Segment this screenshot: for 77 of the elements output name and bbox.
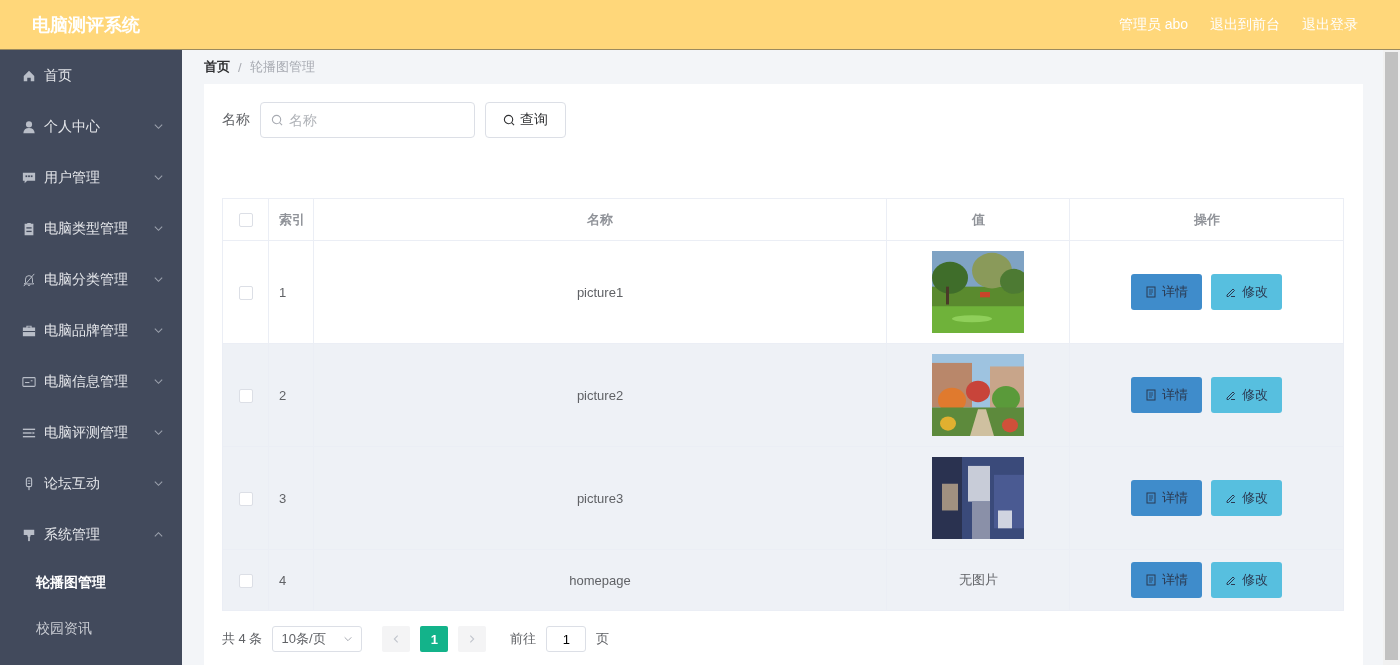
- person-icon: [22, 119, 36, 134]
- chevron-down-icon: [153, 121, 164, 132]
- checkbox[interactable]: [238, 573, 253, 588]
- table-cell: picture1: [313, 240, 887, 344]
- search-button[interactable]: 查询: [485, 102, 566, 138]
- table-cell: homepage: [313, 549, 887, 611]
- edit-button[interactable]: 修改: [1211, 274, 1282, 310]
- column-header: 索引: [268, 198, 314, 241]
- pencil-icon: [1225, 574, 1237, 586]
- submenu-item[interactable]: 校园资讯: [0, 606, 182, 652]
- edit-button[interactable]: 修改: [1211, 377, 1282, 413]
- chevron-down-icon: [153, 376, 164, 387]
- document-icon: [1145, 574, 1157, 586]
- page-unit: 页: [596, 630, 610, 648]
- menu-item[interactable]: 个人中心: [0, 101, 182, 152]
- page-size-select[interactable]: 10条/页: [272, 626, 363, 652]
- chevron-down-icon: [153, 223, 164, 234]
- menu-item[interactable]: 论坛互动: [0, 458, 182, 509]
- edit-button[interactable]: 修改: [1211, 562, 1282, 598]
- table-cell: 2: [268, 343, 314, 447]
- search-field[interactable]: 名称: [260, 102, 475, 138]
- edit-button[interactable]: 修改: [1211, 480, 1282, 516]
- brush-icon: [22, 527, 36, 542]
- chevron-down-icon: [153, 427, 164, 438]
- scrollbar[interactable]: [1383, 50, 1400, 665]
- menu-item[interactable]: 用户管理: [0, 152, 182, 203]
- checkbox[interactable]: [238, 285, 253, 300]
- chevron-down-icon: [153, 478, 164, 489]
- document-icon: [1145, 492, 1157, 504]
- column-header: 值: [886, 198, 1070, 241]
- submenu-item[interactable]: 轮播图管理: [0, 560, 182, 606]
- menu-item[interactable]: 电脑信息管理: [0, 356, 182, 407]
- home-icon: [22, 68, 36, 83]
- document-icon: [1145, 389, 1157, 401]
- chevron-down-icon: [153, 172, 164, 183]
- table-cell: picture2: [313, 343, 887, 447]
- search-label: 名称: [222, 111, 250, 129]
- page-input[interactable]: 1: [546, 626, 587, 652]
- chevron-down-icon: [343, 634, 354, 644]
- total-count: 共 4 条: [222, 630, 263, 648]
- menu-item[interactable]: 电脑品牌管理: [0, 305, 182, 356]
- document-icon: [1145, 286, 1157, 298]
- menu-item[interactable]: 电脑分类管理: [0, 254, 182, 305]
- breadcrumb-item: 轮播图管理: [249, 58, 315, 76]
- checkbox[interactable]: [238, 213, 253, 228]
- pencil-icon: [1225, 389, 1237, 401]
- chevron-down-icon: [153, 325, 164, 336]
- column-header: 名称: [313, 198, 887, 241]
- menu-item[interactable]: 电脑评测管理: [0, 407, 182, 458]
- table-cell: 1: [268, 240, 314, 344]
- goto-label: 前往: [510, 630, 537, 648]
- prev-page-button[interactable]: [382, 626, 411, 652]
- id-card-icon: [22, 374, 36, 389]
- briefcase-icon: [22, 323, 36, 338]
- pencil-icon: [1225, 492, 1237, 504]
- menu-item[interactable]: 首页: [0, 50, 182, 101]
- bell-off-icon: [22, 272, 36, 287]
- chat-icon: [22, 170, 36, 185]
- search-icon: [503, 114, 515, 126]
- table-cell: picture3: [313, 446, 887, 550]
- app-title: 电脑测评系统: [32, 13, 140, 37]
- chevron-down-icon: [153, 274, 164, 285]
- breadcrumb-item[interactable]: 首页: [204, 58, 230, 76]
- checkbox[interactable]: [238, 491, 253, 506]
- table-cell: 4: [268, 549, 314, 611]
- menu-item[interactable]: 系统管理: [0, 509, 182, 560]
- search-icon: [271, 114, 283, 126]
- breadcrumb-separator: /: [238, 59, 242, 75]
- table-cell: 无图片: [886, 549, 1070, 611]
- menu-item[interactable]: 电脑类型管理: [0, 203, 182, 254]
- table-cell: 3: [268, 446, 314, 550]
- chevron-up-icon: [153, 529, 164, 540]
- next-page-button[interactable]: [458, 626, 487, 652]
- pencil-icon: [1225, 286, 1237, 298]
- column-header: 操作: [1069, 198, 1344, 241]
- checkbox[interactable]: [238, 388, 253, 403]
- clipboard-icon: [22, 221, 36, 236]
